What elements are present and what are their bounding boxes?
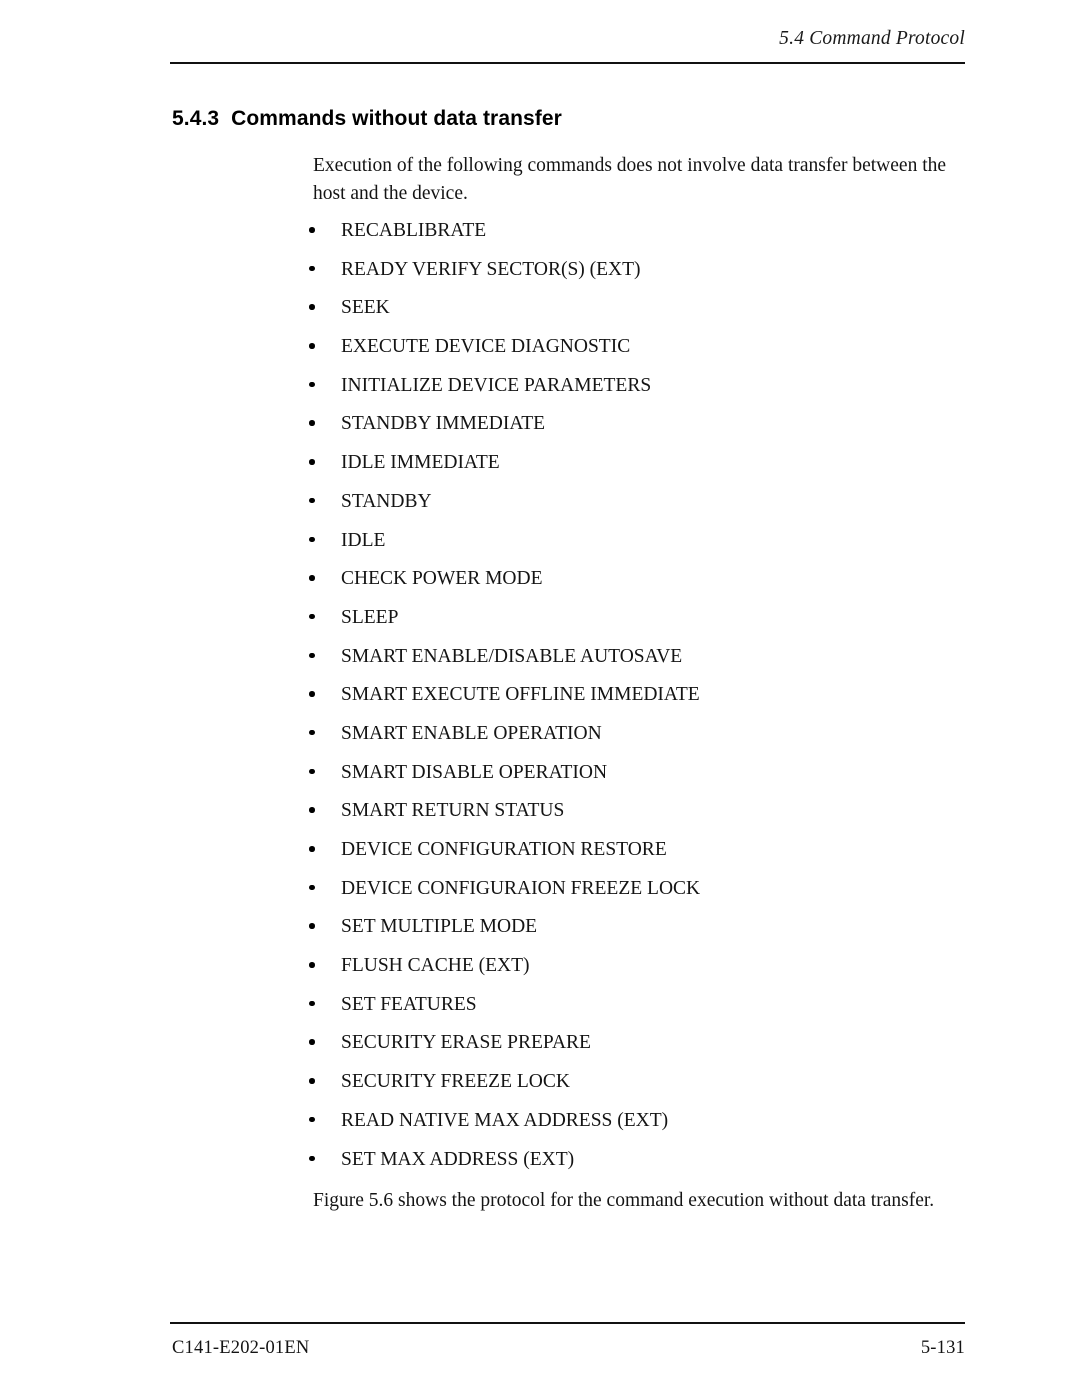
command-name: SMART ENABLE OPERATION <box>341 722 602 744</box>
command-name: IDLE IMMEDIATE <box>341 452 500 474</box>
command-name: SMART DISABLE OPERATION <box>341 761 608 783</box>
list-item: SECURITY ERASE PREPARE <box>305 1031 945 1070</box>
list-item: SMART RETURN STATUS <box>305 799 945 838</box>
list-item: STANDBY IMMEDIATE <box>305 412 945 451</box>
command-name: SECURITY FREEZE LOCK <box>341 1071 570 1093</box>
command-list: RECABLIBRATE READY VERIFY SECTOR(S) (EXT)… <box>305 219 945 1186</box>
command-name: EXECUTE DEVICE DIAGNOSTIC <box>341 336 631 358</box>
header-divider <box>170 62 965 64</box>
list-item: IDLE <box>305 529 945 568</box>
command-name: RECABLIBRATE <box>341 220 487 241</box>
bullet-icon <box>309 536 315 542</box>
bullet-icon <box>309 1039 315 1045</box>
list-item: CHECK POWER MODE <box>305 567 945 606</box>
bullet-icon <box>309 265 315 272</box>
footer-page-number: 5-131 <box>920 1338 965 1358</box>
bullet-icon <box>309 497 315 504</box>
list-item: DEVICE CONFIGURAION FREEZE LOCK <box>305 877 945 916</box>
bullet-icon <box>309 420 315 426</box>
command-name: SEEK <box>341 297 390 319</box>
list-item: FLUSH CACHE (EXT) <box>305 954 945 993</box>
list-item: RECABLIBRATE <box>305 219 945 258</box>
list-item: SET MULTIPLE MODE <box>305 915 945 954</box>
command-name: READY VERIFY SECTOR(S) (EXT) <box>341 258 641 280</box>
bullet-icon <box>309 691 315 697</box>
list-item: EXECUTE DEVICE DIAGNOSTIC <box>305 335 945 374</box>
command-name: READ NATIVE MAX ADDRESS (EXT) <box>341 1109 669 1131</box>
list-item: SMART DISABLE OPERATION <box>305 761 945 800</box>
bullet-icon <box>309 884 315 891</box>
command-name: IDLE <box>341 529 386 551</box>
command-name: SET MAX ADDRESS (EXT) <box>341 1148 575 1170</box>
bullet-icon <box>309 652 315 659</box>
command-name: INITIALIZE DEVICE PARAMETERS <box>341 374 652 396</box>
document-page: 5.4 Command Protocol 5.4.3 Commands with… <box>0 0 1080 1397</box>
bullet-icon <box>309 729 315 736</box>
list-item: SET FEATURES <box>305 993 945 1032</box>
footer-divider <box>170 1322 965 1324</box>
bullet-icon <box>309 923 315 929</box>
command-name: DEVICE CONFIGURATION RESTORE <box>341 839 667 860</box>
command-name: STANDBY IMMEDIATE <box>341 413 546 435</box>
list-item: SECURITY FREEZE LOCK <box>305 1070 945 1109</box>
command-name: SMART ENABLE/DISABLE AUTOSAVE <box>341 645 683 667</box>
list-item: SMART ENABLE OPERATION <box>305 722 945 761</box>
list-item: STANDBY <box>305 490 945 529</box>
bullet-icon <box>309 381 315 388</box>
command-name: SLEEP <box>341 606 399 628</box>
command-name: SECURITY ERASE PREPARE <box>341 1032 591 1054</box>
page-title: 5.4.3 Commands without data transfer <box>172 107 562 130</box>
list-item: IDLE IMMEDIATE <box>305 451 945 490</box>
bullet-icon <box>309 227 315 233</box>
command-name: CHECK POWER MODE <box>341 568 543 590</box>
bullet-icon <box>309 343 315 349</box>
command-name: SET FEATURES <box>341 993 477 1015</box>
running-header-title: 5.4 Command Protocol <box>779 28 965 49</box>
command-name: SMART EXECUTE OFFLINE IMMEDIATE <box>341 684 700 706</box>
list-item: SET MAX ADDRESS (EXT) <box>305 1148 945 1187</box>
bullet-icon <box>309 1078 315 1084</box>
list-item: SMART ENABLE/DISABLE AUTOSAVE <box>305 645 945 684</box>
bullet-icon <box>309 807 315 813</box>
command-name: DEVICE CONFIGURAION FREEZE LOCK <box>341 877 701 899</box>
bullet-icon <box>309 1155 315 1161</box>
bullet-icon <box>309 613 315 620</box>
bullet-icon <box>309 1116 315 1123</box>
bullet-icon <box>309 962 315 968</box>
bullet-icon <box>309 575 315 581</box>
bullet-icon <box>309 304 315 310</box>
list-item: INITIALIZE DEVICE PARAMETERS <box>305 374 945 413</box>
list-item: DEVICE CONFIGURATION RESTORE <box>305 838 945 877</box>
closing-paragraph: Figure 5.6 shows the protocol for the co… <box>313 1190 935 1211</box>
list-item: SLEEP <box>305 606 945 645</box>
list-item: READ NATIVE MAX ADDRESS (EXT) <box>305 1109 945 1148</box>
list-item: SMART EXECUTE OFFLINE IMMEDIATE <box>305 683 945 722</box>
intro-paragraph: Execution of the following commands does… <box>313 155 947 204</box>
command-name: FLUSH CACHE (EXT) <box>341 955 530 977</box>
command-name: STANDBY <box>341 490 432 512</box>
list-item: SEEK <box>305 296 945 335</box>
list-item: READY VERIFY SECTOR(S) (EXT) <box>305 258 945 297</box>
command-name: SMART RETURN STATUS <box>341 800 565 822</box>
bullet-icon <box>309 1000 315 1007</box>
command-name: SET MULTIPLE MODE <box>341 916 538 938</box>
bullet-icon <box>309 768 315 775</box>
bullet-icon <box>309 459 315 465</box>
bullet-icon <box>309 846 315 852</box>
